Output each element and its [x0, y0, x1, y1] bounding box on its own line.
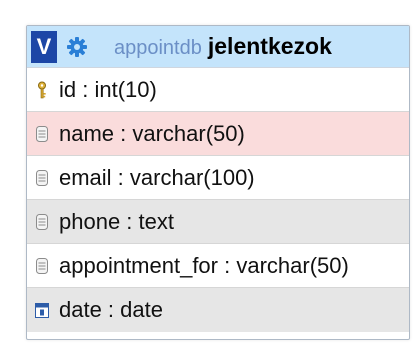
column-label: phone : text — [59, 208, 174, 234]
table-name[interactable]: jelentkezok — [208, 33, 332, 60]
column-label: email : varchar(100) — [59, 164, 255, 190]
database-name: appointdb — [114, 37, 202, 59]
column-icon — [34, 213, 50, 231]
key-icon — [34, 81, 50, 99]
column-label: date : date — [59, 297, 163, 322]
gear-icon[interactable] — [66, 36, 88, 58]
column-label: id : int(10) — [59, 76, 157, 102]
column-row-email[interactable]: email : varchar(100) — [27, 156, 409, 200]
column-row-phone[interactable]: phone : text — [27, 200, 409, 244]
column-icon — [34, 169, 50, 187]
column-icon — [34, 257, 50, 275]
date-icon — [34, 301, 50, 319]
column-label: name : varchar(50) — [59, 120, 245, 146]
column-label: appointment_for : varchar(50) — [59, 252, 349, 278]
column-row-date[interactable]: date : date — [27, 288, 409, 332]
table-title: appointdb jelentkezok — [114, 33, 332, 60]
column-list: id : int(10) name : varchar(50) email: … — [27, 68, 409, 332]
toggle-columns-button[interactable]: V — [31, 30, 57, 63]
column-icon — [34, 125, 50, 143]
table-header[interactable]: V appointdb jelentkezok — [27, 26, 409, 68]
column-row-id[interactable]: id : int(10) — [27, 68, 409, 112]
designer-canvas: V appointdb jelentkezok id: int(10) nam… — [0, 0, 420, 347]
column-row-appointment-for[interactable]: appointment_for : varchar(50) — [27, 244, 409, 288]
table-card[interactable]: V appointdb jelentkezok id: int(10) nam… — [26, 25, 410, 340]
column-row-name[interactable]: name : varchar(50) — [27, 112, 409, 156]
